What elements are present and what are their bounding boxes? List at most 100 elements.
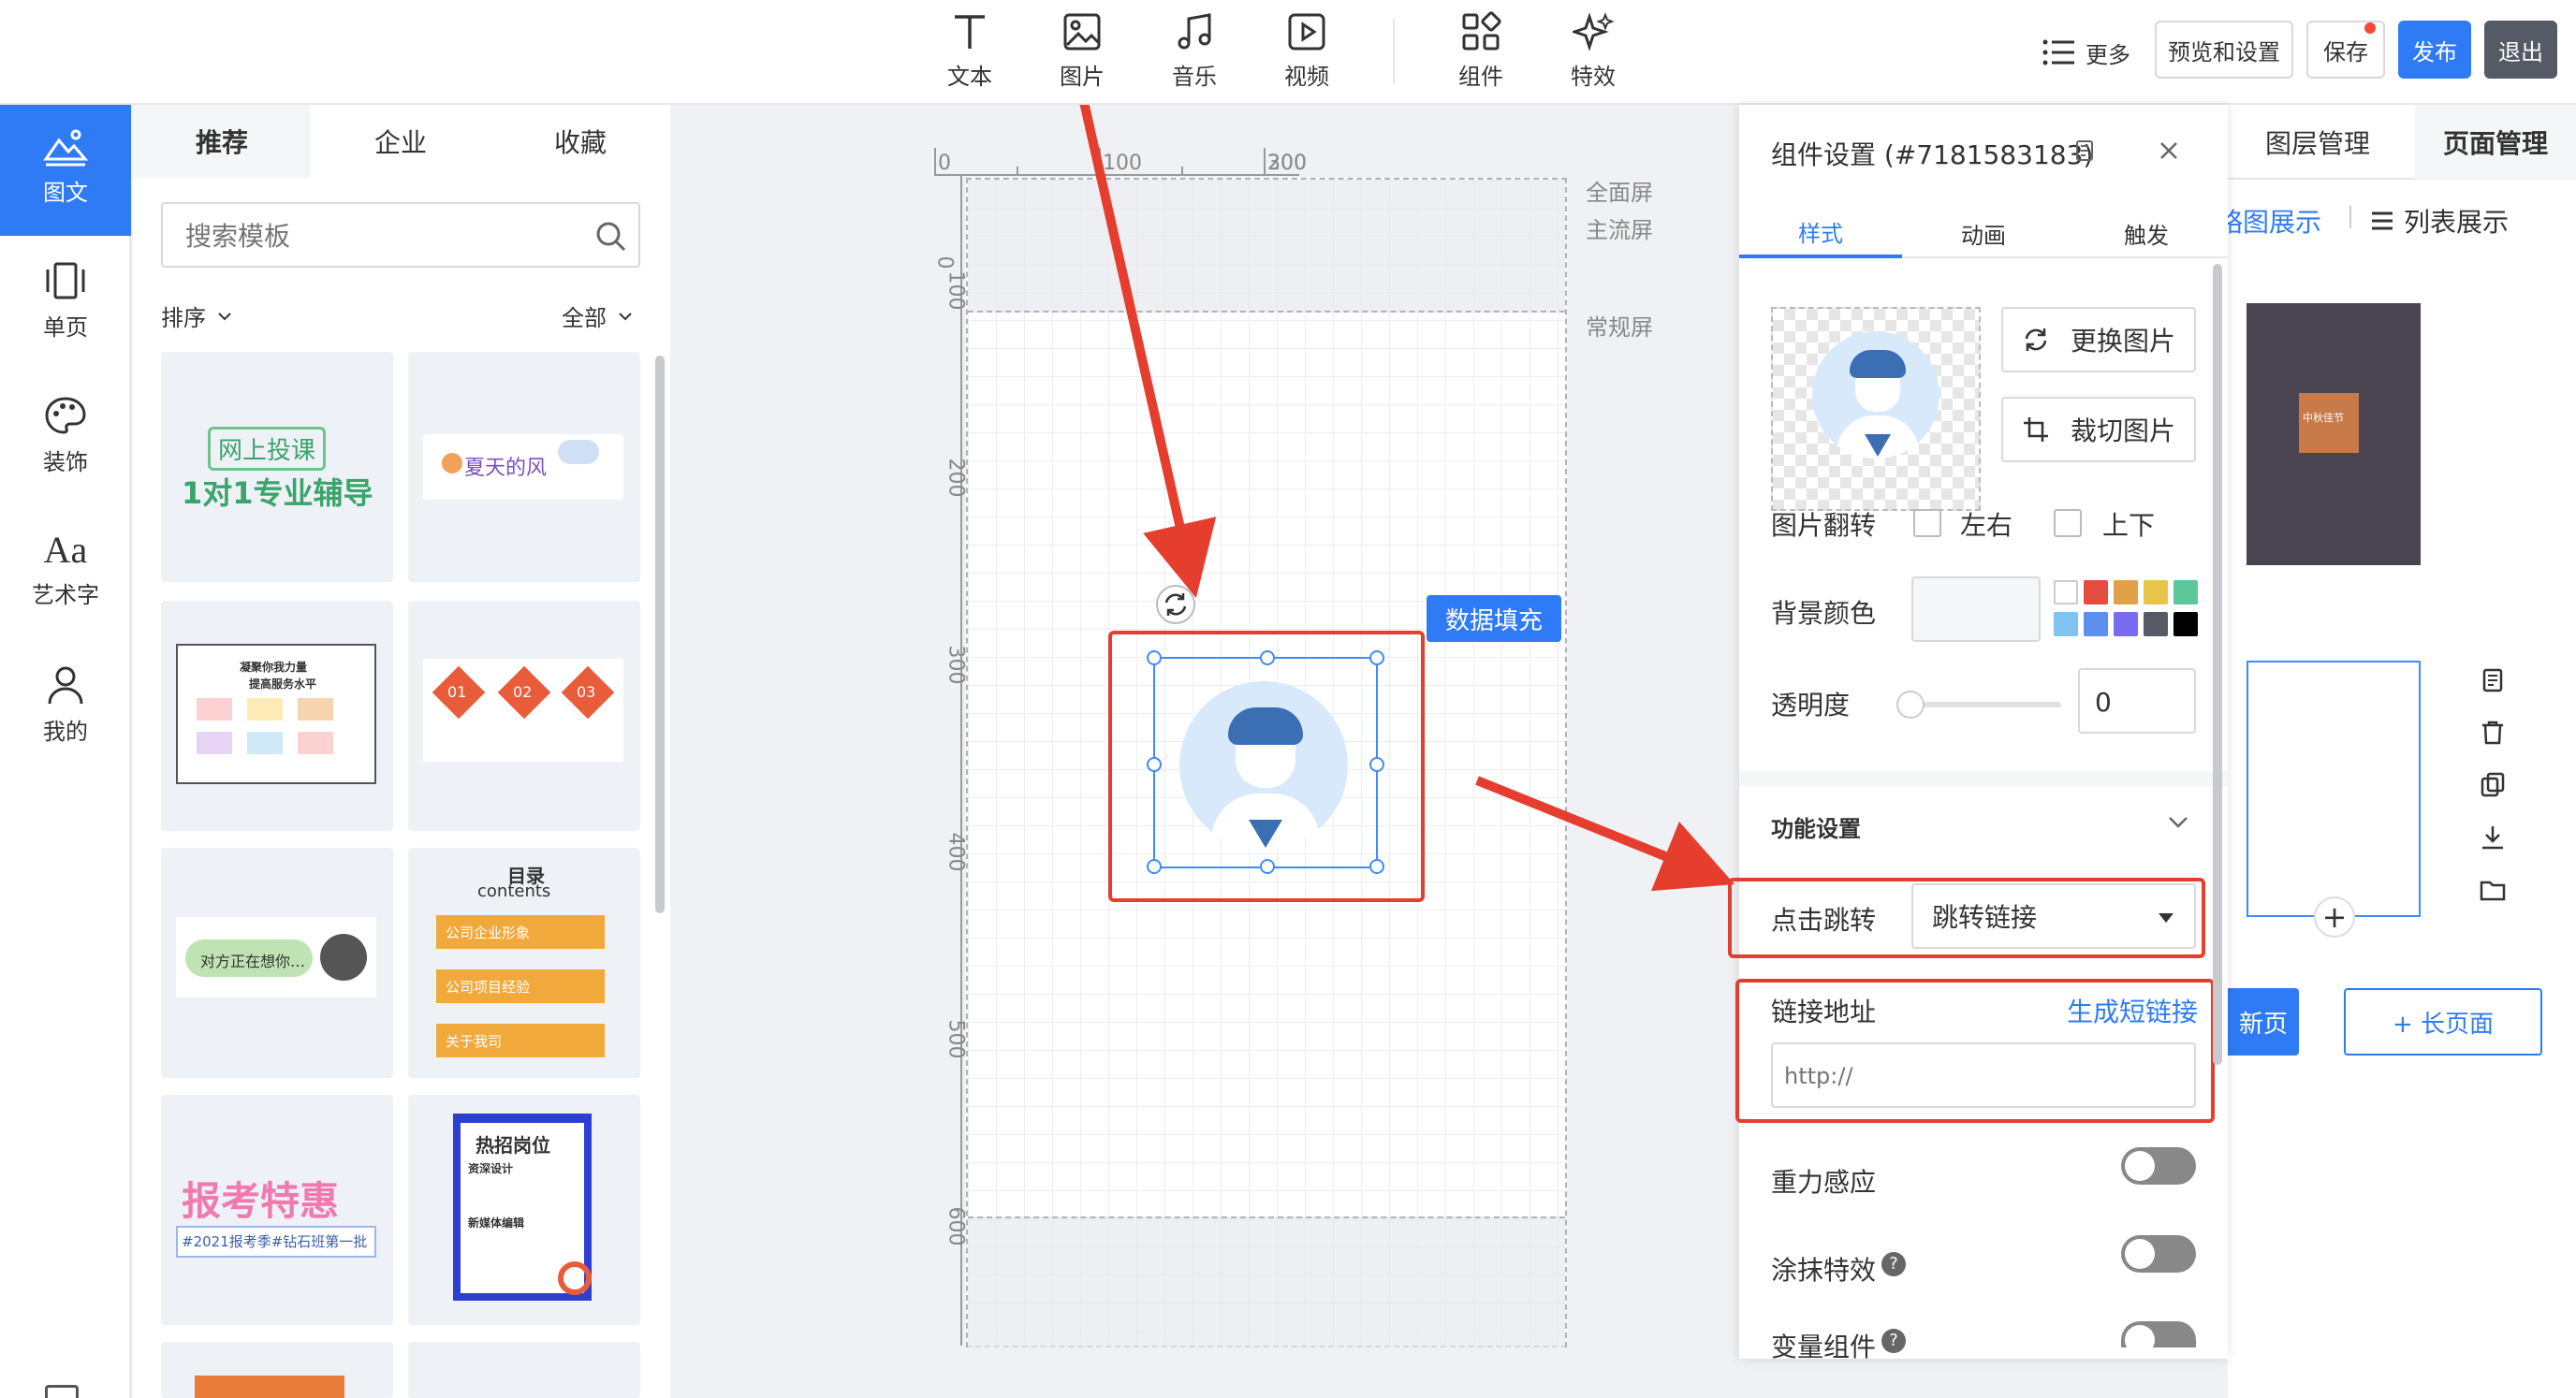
tool-component[interactable]: 组件 <box>1434 11 1528 91</box>
sparkle-icon <box>1573 12 1614 51</box>
color-swatch[interactable] <box>2114 612 2138 636</box>
smear-toggle[interactable] <box>2121 1235 2196 1273</box>
search-icon[interactable] <box>595 221 627 253</box>
flip-label: 图片翻转 <box>1771 510 1877 541</box>
flip-ud-label: 上下 <box>2102 510 2156 541</box>
color-swatch[interactable] <box>2084 580 2108 604</box>
tool-image[interactable]: 图片 <box>1035 11 1129 91</box>
color-swatch[interactable] <box>2144 612 2168 636</box>
help-icon[interactable]: ? <box>1881 1329 1906 1353</box>
page-thumb-2[interactable] <box>2247 661 2421 917</box>
settings-scrollbar[interactable] <box>2213 264 2222 1065</box>
template-thumb-1[interactable]: 网上投课 1对1专业辅导 <box>161 352 393 582</box>
template-thumb-6[interactable]: 目录 contents 公司企业形象 公司项目经验 关于我司 <box>408 848 640 1078</box>
template-thumb-3[interactable]: 凝聚你我力量 提高服务水平 <box>161 601 393 831</box>
opacity-input[interactable]: 0 <box>2078 668 2196 734</box>
tool-text-label: 文本 <box>947 64 992 90</box>
replace-image-label: 更换图片 <box>2071 326 2176 357</box>
add-page-icon[interactable]: + <box>2314 896 2355 938</box>
highlight-box-link <box>1735 979 2215 1123</box>
image-preview[interactable] <box>1771 307 1981 511</box>
image-icon <box>1063 13 1101 51</box>
copy-id-icon[interactable] <box>2072 137 2097 165</box>
exit-button[interactable]: 退出 <box>2484 21 2557 79</box>
color-swatch[interactable] <box>2084 612 2108 636</box>
folder-icon[interactable] <box>2479 876 2507 904</box>
flip-ud-checkbox[interactable] <box>2054 509 2082 537</box>
panel-scrollbar[interactable] <box>655 356 665 913</box>
chevron-down-icon <box>218 312 231 320</box>
gravity-toggle[interactable] <box>2121 1147 2196 1185</box>
crop-icon <box>2024 417 2048 442</box>
refresh-icon <box>2025 328 2047 351</box>
template-thumb-8[interactable]: 热招岗位 资深设计 新媒体编辑 <box>408 1095 640 1325</box>
template-text: 1对1专业辅导 <box>182 475 373 511</box>
template-text: 对方正在想你… <box>200 953 306 970</box>
left-nav: 图文 单页 装饰 Aa 艺术字 我的 <box>0 105 131 1398</box>
bg-color-picker[interactable] <box>1911 576 2041 642</box>
tool-video[interactable]: 视频 <box>1260 11 1354 91</box>
nav-item-mine[interactable]: 我的 <box>0 644 131 775</box>
template-thumb-4[interactable]: 01 02 03 <box>408 601 640 831</box>
download-icon[interactable] <box>2479 823 2507 852</box>
nav-item-label: 单页 <box>43 314 88 341</box>
long-page-button[interactable]: + 长页面 <box>2344 988 2542 1056</box>
tab-enterprise[interactable]: 企业 <box>311 105 490 178</box>
nav-item-label: 艺术字 <box>32 582 99 608</box>
color-swatch[interactable] <box>2174 580 2198 604</box>
tab-layers[interactable]: 图层管理 <box>2265 124 2370 161</box>
opacity-slider-track[interactable] <box>1911 702 2061 707</box>
search-box[interactable] <box>161 202 640 268</box>
search-input[interactable] <box>185 217 560 255</box>
tab-pages[interactable]: 页面管理 <box>2415 105 2576 180</box>
template-thumb-10[interactable] <box>408 1342 640 1398</box>
variable-toggle[interactable] <box>2121 1321 2196 1355</box>
publish-button[interactable]: 发布 <box>2398 21 2471 79</box>
more-button[interactable]: 更多 <box>2042 34 2130 71</box>
nav-item-single-page[interactable]: 单页 <box>0 240 131 371</box>
replace-image-button[interactable]: 更换图片 <box>2001 307 2196 372</box>
chevron-down-icon[interactable] <box>2168 816 2188 829</box>
template-thumb-7[interactable]: 报考特惠 #2021报考季#钻石班第一批 <box>161 1095 393 1325</box>
help-icon[interactable]: ? <box>1881 1252 1906 1276</box>
unsaved-dot <box>2364 22 2376 34</box>
tool-effects[interactable]: 特效 <box>1546 11 1640 91</box>
page-thumb-1[interactable]: 中秋佳节 <box>2247 303 2421 565</box>
tab-animation[interactable]: 动画 <box>1902 208 2065 258</box>
tab-favorites[interactable]: 收藏 <box>490 105 670 178</box>
template-text: #2021报考季#钻石班第一批 <box>182 1233 368 1250</box>
preview-settings-button[interactable]: 预览和设置 <box>2155 21 2293 79</box>
template-text: 夏天的风 <box>464 457 548 480</box>
trash-icon[interactable] <box>2479 719 2507 747</box>
tab-recommend[interactable]: 推荐 <box>133 105 311 178</box>
color-swatch[interactable] <box>2054 612 2078 636</box>
pinwheel-icon <box>442 453 462 473</box>
component-icon <box>1462 11 1501 51</box>
flip-lr-checkbox[interactable] <box>1913 509 1941 537</box>
nav-item-image-text[interactable]: 图文 <box>0 105 131 236</box>
template-text: contents <box>477 881 551 901</box>
tab-style[interactable]: 样式 <box>1739 208 1902 258</box>
filter-dropdown[interactable]: 全部 <box>562 299 633 332</box>
list-view-toggle[interactable]: 列表展示 <box>2370 202 2509 240</box>
nav-item-art-text[interactable]: Aa 艺术字 <box>0 509 131 640</box>
crop-image-button[interactable]: 裁切图片 <box>2001 397 2196 462</box>
template-text: 提高服务水平 <box>249 677 317 691</box>
color-swatch[interactable] <box>2144 580 2168 604</box>
tab-trigger[interactable]: 触发 <box>2065 208 2228 258</box>
color-swatch[interactable] <box>2114 580 2138 604</box>
tool-text[interactable]: 文本 <box>923 11 1017 91</box>
tool-music[interactable]: 音乐 <box>1148 11 1241 91</box>
copy-icon[interactable] <box>2479 666 2507 694</box>
template-thumb-5[interactable]: 对方正在想你… <box>161 848 393 1078</box>
template-thumb-9[interactable] <box>161 1342 393 1398</box>
nav-item-decoration[interactable]: 装饰 <box>0 374 131 505</box>
sort-dropdown[interactable]: 排序 <box>161 299 232 332</box>
duplicate-icon[interactable] <box>2479 771 2507 799</box>
opacity-slider-handle[interactable] <box>1896 691 1925 719</box>
color-swatch[interactable] <box>2174 612 2198 636</box>
color-swatch[interactable] <box>2054 580 2078 604</box>
page-thumb-image: 中秋佳节 <box>2299 393 2359 453</box>
close-icon[interactable] <box>2159 140 2179 161</box>
template-thumb-2[interactable]: 夏天的风 <box>408 352 640 582</box>
